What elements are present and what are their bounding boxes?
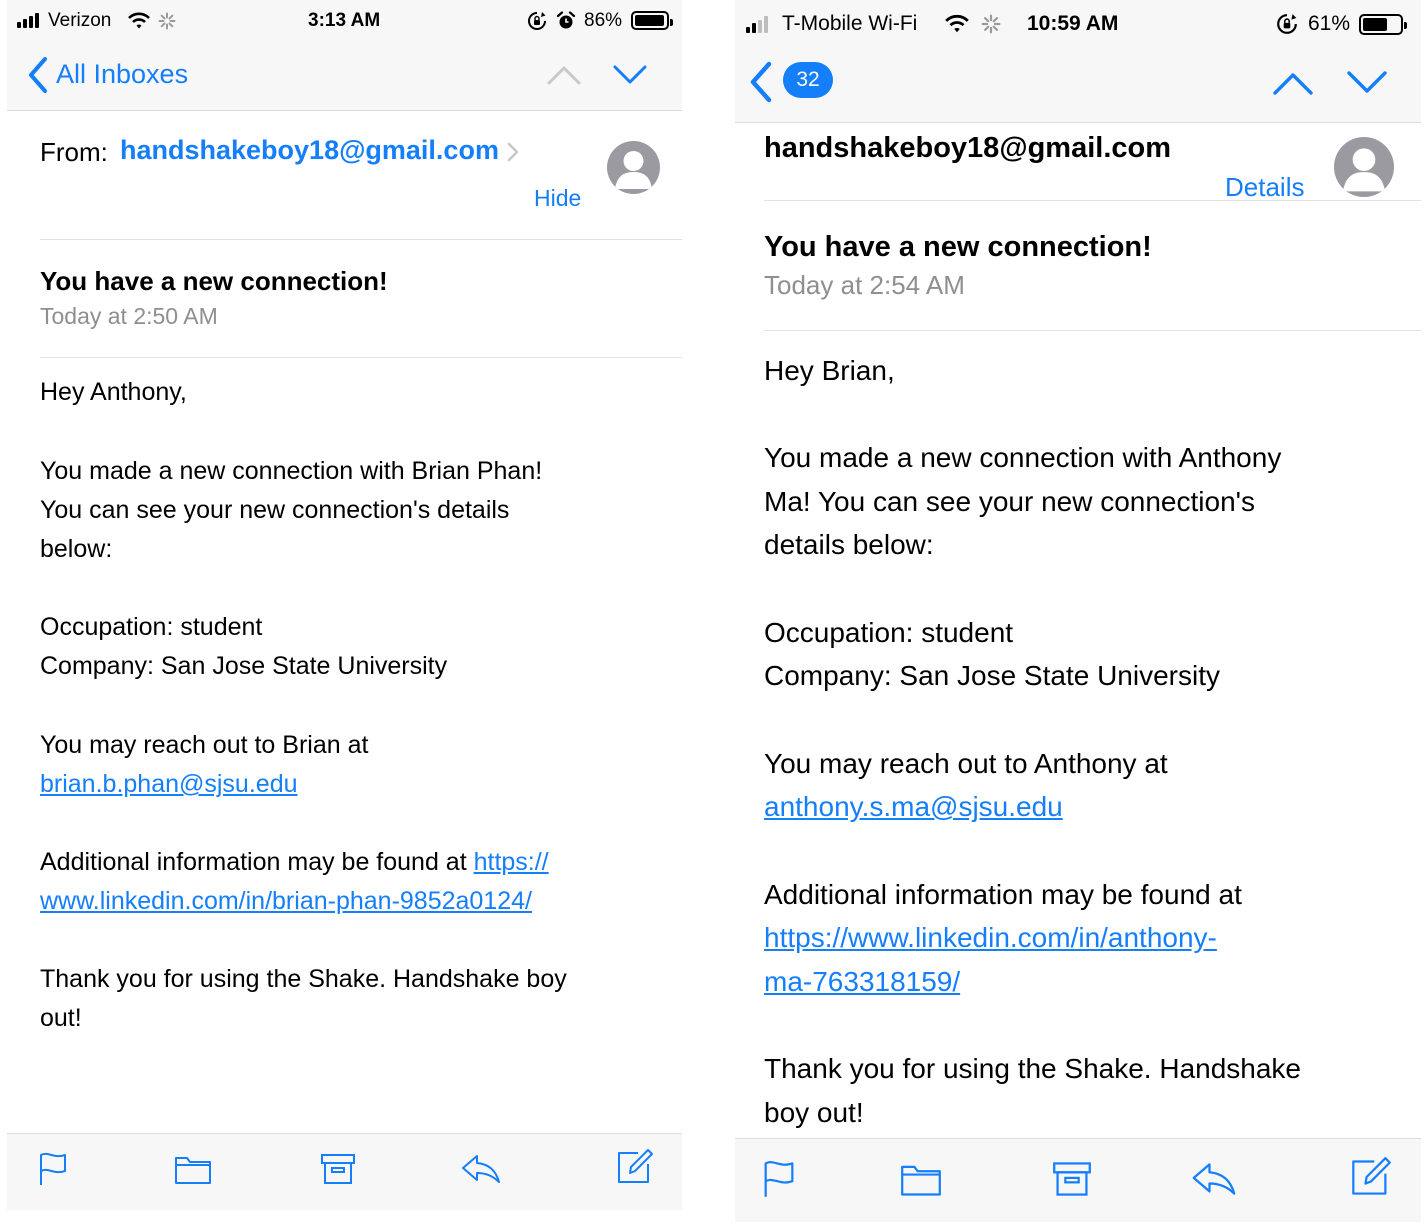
- bottom-toolbar: [735, 1138, 1421, 1222]
- linkedin-link[interactable]: www.linkedin.com/in/brian-phan-9852a0124…: [40, 887, 532, 916]
- occupation-line: Occupation: student: [40, 613, 263, 641]
- compose-icon[interactable]: [1350, 1156, 1392, 1198]
- body-line: You made a new connection with Brian Pha…: [40, 457, 543, 485]
- show-details-button[interactable]: Details: [1225, 172, 1304, 203]
- compose-icon[interactable]: [616, 1148, 654, 1186]
- divider: [764, 330, 1421, 331]
- reach-out-line: You may reach out to Brian at: [40, 731, 369, 759]
- avatar-icon: [1334, 137, 1394, 197]
- activity-spinner-icon: [158, 12, 176, 30]
- email-date: Today at 2:54 AM: [764, 270, 965, 300]
- flag-icon[interactable]: [762, 1159, 796, 1199]
- email-date: Today at 2:50 AM: [40, 303, 218, 329]
- reply-icon[interactable]: [1190, 1161, 1238, 1197]
- contact-email-link[interactable]: brian.b.phan@sjsu.edu: [40, 770, 298, 799]
- chevron-up-icon[interactable]: [546, 63, 582, 87]
- email-subject: You have a new connection!: [40, 266, 388, 296]
- body-line: You made a new connection with Anthony: [764, 442, 1282, 473]
- left-mail-screen: Verizon 3:13 AM 86% All Inboxes From: ha…: [7, 0, 682, 1210]
- sender-email[interactable]: handshakeboy18@gmail.com: [120, 135, 499, 166]
- reach-out-line: You may reach out to Anthony at: [764, 748, 1168, 779]
- status-time: 10:59 AM: [1027, 12, 1119, 35]
- signal-icon: [746, 16, 768, 33]
- greeting: Hey Anthony,: [40, 378, 187, 406]
- info-text: Additional information may be found at: [40, 848, 474, 876]
- status-bar: T-Mobile Wi-Fi 10:59 AM 61%: [735, 0, 1421, 48]
- back-chevron-icon[interactable]: [748, 61, 774, 103]
- signal-icon: [17, 13, 39, 28]
- company-line: Company: San Jose State University: [764, 660, 1220, 691]
- chevron-down-icon[interactable]: [1346, 69, 1388, 97]
- battery-icon: [631, 11, 673, 30]
- flag-icon[interactable]: [38, 1151, 68, 1187]
- back-button[interactable]: All Inboxes: [56, 59, 188, 90]
- navigation-bar: 32: [735, 48, 1421, 123]
- right-mail-screen: T-Mobile Wi-Fi 10:59 AM 61% 32 handshake…: [735, 0, 1421, 1222]
- closing-line: boy out!: [764, 1097, 864, 1128]
- closing-line: Thank you for using the Shake. Handshake: [764, 1053, 1302, 1084]
- orientation-lock-icon: [528, 12, 546, 30]
- archive-icon[interactable]: [1052, 1159, 1092, 1199]
- battery-percentage: 86%: [584, 10, 623, 31]
- sender-email[interactable]: handshakeboy18@gmail.com: [764, 132, 1171, 165]
- folder-icon[interactable]: [174, 1153, 212, 1185]
- body-line: below:: [40, 535, 113, 563]
- divider: [764, 200, 1421, 201]
- linkedin-link[interactable]: https://www.linkedin.com/in/anthony-: [764, 922, 1217, 954]
- linkedin-link[interactable]: ma-763318159/: [764, 966, 960, 998]
- hide-details-button[interactable]: Hide: [534, 185, 581, 212]
- body-line: details below:: [764, 529, 934, 560]
- status-time: 3:13 AM: [308, 10, 381, 31]
- archive-icon[interactable]: [320, 1151, 356, 1187]
- body-line: You can see your new connection's detail…: [40, 496, 510, 524]
- carrier-name: Verizon: [48, 10, 112, 31]
- reply-icon[interactable]: [460, 1153, 502, 1185]
- occupation-line: Occupation: student: [764, 617, 1014, 648]
- from-label: From:: [40, 137, 108, 167]
- battery-icon: [1359, 14, 1407, 35]
- chevron-down-icon[interactable]: [612, 63, 648, 87]
- info-text: Additional information may be found at: [764, 879, 1242, 910]
- divider: [40, 357, 682, 358]
- back-chevron-icon[interactable]: [27, 56, 49, 94]
- chevron-up-icon[interactable]: [1272, 69, 1314, 97]
- carrier-name: T-Mobile Wi-Fi: [782, 12, 918, 35]
- folder-icon[interactable]: [900, 1161, 942, 1197]
- company-line: Company: San Jose State University: [40, 652, 448, 680]
- body-line: Ma! You can see your new connection's: [764, 486, 1255, 517]
- activity-spinner-icon: [981, 14, 1001, 34]
- linkedin-link-start[interactable]: https://: [474, 848, 549, 876]
- navigation-bar: All Inboxes: [7, 44, 682, 111]
- email-subject: You have a new connection!: [764, 231, 1152, 263]
- orientation-lock-icon: [1277, 14, 1297, 34]
- wifi-icon: [945, 14, 969, 33]
- closing-line: out!: [40, 1004, 82, 1032]
- wifi-icon: [128, 12, 150, 29]
- divider: [40, 239, 682, 240]
- avatar-icon: [607, 141, 660, 194]
- closing-line: Thank you for using the Shake. Handshake…: [40, 965, 567, 993]
- status-bar: Verizon 3:13 AM 86%: [7, 0, 682, 44]
- bottom-toolbar: [7, 1133, 682, 1210]
- greeting: Hey Brian,: [764, 355, 895, 386]
- back-unread-badge[interactable]: 32: [783, 62, 833, 98]
- alarm-icon: [556, 11, 576, 29]
- disclosure-chevron-icon[interactable]: [506, 141, 520, 163]
- contact-email-link[interactable]: anthony.s.ma@sjsu.edu: [764, 791, 1063, 823]
- battery-percentage: 61%: [1308, 12, 1351, 35]
- info-line: Additional information may be found at h…: [40, 848, 549, 877]
